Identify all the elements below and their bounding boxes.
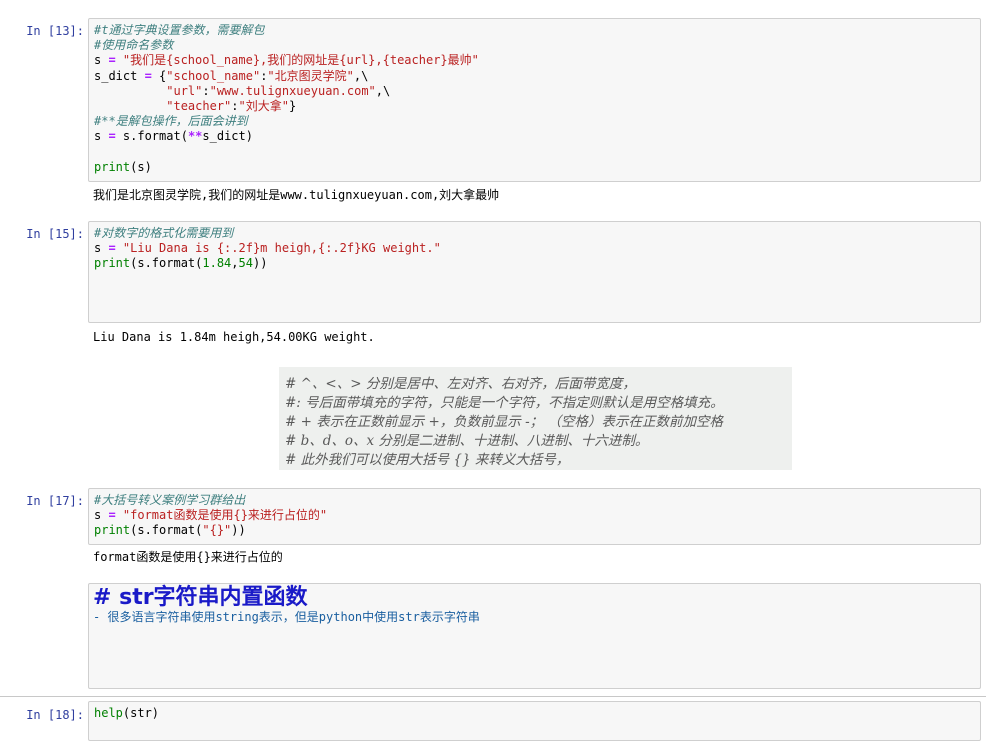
code-token: : [202, 83, 210, 98]
code-line: "teacher":"刘大拿"} [94, 99, 975, 114]
code-editor[interactable]: help(str) [89, 702, 980, 725]
code-token: s.format( [115, 129, 188, 144]
code-line: #对数字的格式化需要用到 [94, 226, 975, 241]
code-token: "{}" [202, 523, 232, 538]
code-token: "Liu Dana is {:.2f}m heigh,{:.2f}KG weig… [115, 241, 441, 256]
embedded-image: # ^、<、> 分别是居中、左对齐、右对齐，后面带宽度， #: 号后面带填充的字… [279, 367, 792, 470]
code-token: } [288, 99, 297, 114]
code-line: #t通过字典设置参数，需要解包 [94, 23, 975, 38]
code-token: "我们是{school_name},我们的网址是{url},{teacher}最… [115, 53, 479, 68]
code-token: #**是解包操作，后面会讲到 [94, 114, 248, 129]
code-token: ,\ [375, 83, 391, 98]
code-line: print(s.format(1.84,54)) [94, 256, 975, 271]
code-token: help [94, 706, 123, 720]
code-token: { [151, 68, 167, 83]
code-token: print [94, 256, 131, 271]
code-token: : [231, 99, 239, 114]
image-text-line: # ^、<、> 分别是居中、左对齐、右对齐，后面带宽度， [285, 376, 636, 392]
code-line: "url":"www.tulignxueyuan.com",\ [94, 84, 975, 99]
code-token: (str) [122, 706, 160, 720]
code-cell[interactable]: help(str) [88, 701, 981, 741]
cell-output: 我们是北京图灵学院,我们的网址是www.tulignxueyuan.com,刘大… [93, 188, 500, 202]
cell-separator [0, 696, 986, 697]
code-token: )) [231, 523, 246, 538]
code-line: help(str) [94, 706, 975, 721]
code-line: #**是解包操作，后面会讲到 [94, 114, 975, 129]
code-line: #使用命名参数 [94, 38, 975, 53]
code-token: "刘大拿" [238, 99, 289, 114]
code-token: (s.format( [130, 523, 203, 538]
code-cell[interactable]: #大括号转义案例学习群给出 s = "format函数是使用{}来进行占位的" pr… [88, 488, 981, 545]
cell-prompt: In [13]: [26, 24, 84, 38]
code-token: , [231, 256, 239, 271]
code-token: print [94, 523, 131, 538]
code-token: = [108, 53, 116, 68]
code-cell[interactable]: #t通过字典设置参数，需要解包 #使用命名参数 s = "我们是{school_na… [88, 18, 981, 182]
code-token: s [94, 241, 109, 256]
code-token: #大括号转义案例学习群给出 [94, 493, 246, 507]
code-token: 54 [238, 256, 253, 271]
code-line: s = "format函数是使用{}来进行占位的" [94, 508, 975, 523]
code-cell[interactable]: #对数字的格式化需要用到 s = "Liu Dana is {:.2f}m hei… [88, 221, 981, 323]
code-token: = [108, 508, 116, 523]
code-editor[interactable]: #大括号转义案例学习群给出 s = "format函数是使用{}来进行占位的" pr… [89, 489, 980, 543]
markdown-cell[interactable]: # str字符串内置函数 - 很多语言字符串使用string表示，但是pytho… [88, 583, 981, 689]
code-token: ** [187, 129, 203, 144]
code-line: s = "我们是{school_name},我们的网址是{url},{teach… [94, 53, 975, 68]
code-token: "school_name" [166, 68, 261, 83]
code-token: print [94, 159, 131, 174]
code-token: s [94, 129, 109, 144]
code-line: print(s.format("{}")) [94, 523, 975, 538]
code-line: s_dict = {"school_name":"北京图灵学院",\ [94, 69, 975, 84]
code-token: )) [252, 256, 268, 271]
image-text-line: # b、d、o、x 分别是二进制、十进制、八进制、十六进制。 [285, 433, 649, 449]
code-token: "url" [166, 83, 203, 98]
code-token: s_dict) [202, 129, 253, 144]
code-line: #大括号转义案例学习群给出 [94, 493, 975, 508]
code-token: s [94, 508, 109, 523]
image-text-line: # 此外我们可以使用大括号 {} 来转义大括号， [285, 452, 570, 468]
markdown-list-item: - 很多语言字符串使用string表示，但是python中使用str表示字符串 [93, 610, 480, 624]
code-editor[interactable]: #对数字的格式化需要用到 s = "Liu Dana is {:.2f}m hei… [89, 222, 980, 276]
code-token: ,\ [353, 68, 369, 83]
code-token: s_dict [94, 68, 145, 83]
image-text-line: # + 表示在正数前显示 +，负数前显示 -； （空格）表示在正数前加空格 [285, 414, 723, 430]
code-token: "北京图灵学院" [267, 68, 354, 83]
cell-output: format函数是使用{}来进行占位的 [93, 550, 283, 564]
code-token: s [94, 53, 109, 68]
code-token: = [108, 241, 116, 256]
code-line: print(s) [94, 160, 975, 175]
code-token: #t通过字典设置参数，需要解包 [94, 23, 265, 37]
code-token: 1.84 [202, 256, 232, 271]
code-line: s = "Liu Dana is {:.2f}m heigh,{:.2f}KG … [94, 241, 975, 256]
code-token: = [108, 129, 116, 144]
code-token: #使用命名参数 [94, 38, 174, 53]
image-text-line: #: 号后面带填充的字符，只能是一个字符，不指定则默认是用空格填充。 [285, 395, 724, 411]
code-token: "format函数是使用{}来进行占位的" [115, 508, 328, 523]
cell-prompt: In [17]: [26, 494, 84, 508]
markdown-heading: # str字符串内置函数 [93, 585, 308, 610]
cell-prompt: In [18]: [26, 708, 84, 722]
code-token: = [144, 68, 152, 83]
code-editor[interactable]: #t通过字典设置参数，需要解包 #使用命名参数 s = "我们是{school_na… [89, 19, 980, 179]
code-token: "www.tulignxueyuan.com" [209, 83, 376, 98]
code-token: (s.format( [130, 256, 203, 271]
cell-prompt: In [15]: [26, 227, 84, 241]
code-token: "teacher" [166, 99, 232, 114]
code-token: #对数字的格式化需要用到 [94, 226, 234, 240]
code-line: s = s.format(**s_dict) [94, 129, 975, 144]
code-token: (s) [130, 159, 152, 174]
cell-output: Liu Dana is 1.84m heigh,54.00KG weight. [93, 330, 375, 344]
